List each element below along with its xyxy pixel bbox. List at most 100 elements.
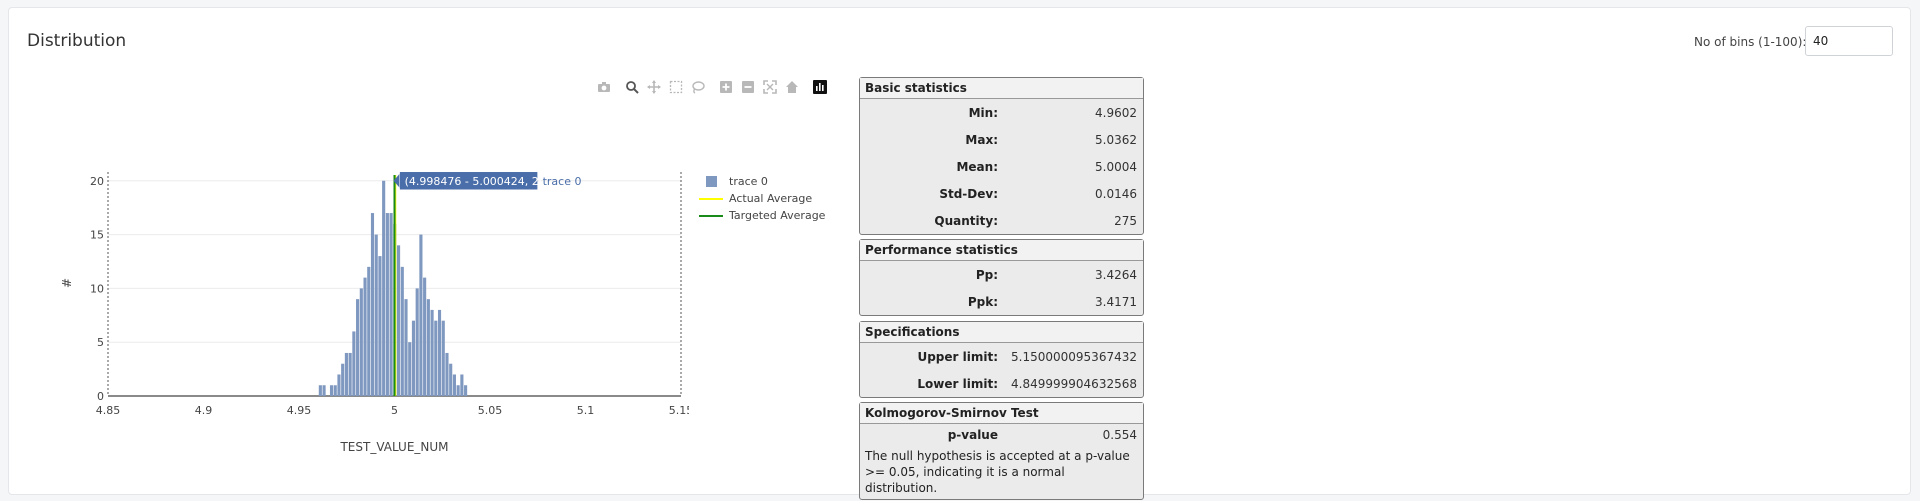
histogram-bar [367, 266, 371, 396]
x-tick-label: 4.85 [96, 404, 121, 417]
distribution-card: Distribution No of bins (1-100): 0 5 10 15 2… [8, 7, 1911, 500]
histogram-bar [464, 385, 468, 396]
histogram-bar [456, 385, 460, 396]
x-tick-label: 5.15 [669, 404, 689, 417]
zoom-in-icon[interactable] [719, 80, 733, 94]
legend-label: trace 0 [729, 175, 768, 188]
panel-title: Kolmogorov-Smirnov Test [860, 403, 1143, 424]
stat-label: Min: [968, 105, 998, 120]
stat-label: Ppk: [967, 294, 998, 309]
pan-icon[interactable] [647, 80, 661, 94]
x-tick-label: 5 [391, 404, 398, 417]
lasso-icon[interactable] [691, 80, 705, 94]
basic-statistics-panel: Basic statistics Min: 4.9602 Max: 5.0362 M… [859, 77, 1144, 235]
legend-label: Actual Average [729, 192, 813, 205]
stat-value: 5.0362 [1095, 132, 1137, 147]
panel-title: Basic statistics [860, 78, 1143, 99]
legend-item-trace-0[interactable]: trace 0 [699, 173, 825, 190]
hover-tooltip: (4.998476 - 5.000424, 20)trace 0 [393, 171, 582, 191]
stat-label: Pp: [975, 267, 998, 282]
stat-label: Mean: [956, 159, 998, 174]
stat-value: 3.4171 [1095, 294, 1137, 309]
histogram-bar [415, 288, 419, 396]
autoscale-icon[interactable] [763, 80, 777, 94]
panel-title: Performance statistics [860, 240, 1143, 261]
page-title: Distribution [27, 31, 127, 51]
histogram-bar [356, 299, 360, 396]
histogram-bar [400, 266, 404, 396]
bins-input[interactable] [1805, 26, 1893, 56]
histogram-bar [382, 180, 386, 396]
histogram-bar [333, 385, 337, 396]
histogram-bar [352, 331, 356, 396]
stat-row-ppk: Ppk: 3.4171 [860, 288, 1143, 315]
histogram-bar [449, 363, 453, 396]
stat-value: 0.554 [1102, 428, 1137, 442]
zoom-icon[interactable] [625, 80, 639, 94]
stat-label: Std-Dev: [939, 186, 998, 201]
y-tick-label: 10 [90, 282, 104, 295]
performance-statistics-panel: Performance statistics Pp: 3.4264 Ppk: 3.4… [859, 239, 1144, 316]
histogram-bar [441, 320, 445, 396]
stat-value: 0.0146 [1095, 186, 1137, 201]
histogram-bar [363, 277, 367, 396]
stat-row-min: Min: 4.9602 [860, 99, 1143, 126]
histogram-bar [404, 299, 408, 396]
y-tick-label: 20 [90, 175, 104, 188]
stat-label: Lower limit: [917, 376, 998, 391]
x-tick-label: 4.9 [195, 404, 213, 417]
legend-item-actual-average[interactable]: Actual Average [699, 190, 825, 207]
histogram-bar [408, 342, 412, 396]
histogram-bar [374, 234, 378, 396]
legend-item-targeted-average[interactable]: Targeted Average [699, 207, 825, 224]
histogram-bar [344, 352, 348, 396]
histogram-bar [434, 320, 438, 396]
legend-swatch-actual-average [699, 197, 723, 200]
histogram-bar [411, 320, 416, 396]
histogram-bar [359, 288, 363, 396]
stat-row-std-dev: Std-Dev: 0.0146 [860, 180, 1143, 207]
stat-value: 4.849999904632568 [1011, 376, 1137, 391]
hover-text: (4.998476 - 5.000424, 20) [405, 175, 551, 188]
panel-title: Specifications [860, 322, 1143, 343]
stat-value: 275 [1114, 213, 1137, 228]
stat-value: 3.4264 [1095, 267, 1137, 282]
ks-test-panel: Kolmogorov-Smirnov Test p-value 0.554 The… [859, 402, 1144, 500]
y-axis-title: # [60, 278, 74, 288]
stat-row-upper-limit: Upper limit: 5.150000095367432 [860, 343, 1143, 370]
x-tick-label: 4.95 [287, 404, 312, 417]
chart-legend: trace 0 Actual Average Targeted Average [699, 173, 825, 224]
histogram-bar [426, 299, 430, 396]
camera-icon[interactable] [597, 80, 611, 94]
histogram-bar [423, 277, 427, 396]
histogram-bar [318, 385, 322, 396]
histogram-bar [329, 385, 334, 396]
x-tick-label: 5.1 [577, 404, 595, 417]
stat-row-quantity: Quantity: 275 [860, 207, 1143, 234]
histogram-bar [348, 352, 352, 396]
plot-modebar [597, 78, 835, 96]
plotly-logo-icon[interactable] [813, 80, 827, 94]
stat-row-pp: Pp: 3.4264 [860, 261, 1143, 288]
box-select-icon[interactable] [669, 80, 683, 94]
histogram-bar [337, 374, 341, 396]
x-axis-title: TEST_VALUE_NUM [339, 440, 448, 454]
legend-swatch-trace-0 [706, 175, 717, 187]
histogram-bar [452, 374, 456, 396]
y-tick-label: 5 [97, 336, 104, 349]
histogram-bar [378, 256, 382, 396]
histogram-bar [419, 234, 423, 396]
x-tick-label: 5.05 [478, 404, 503, 417]
bins-label: No of bins (1-100): [1694, 35, 1807, 49]
stat-row-p-value: p-value 0.554 [860, 424, 1143, 446]
zoom-out-icon[interactable] [741, 80, 755, 94]
stat-label: Max: [965, 132, 998, 147]
y-tick-label: 15 [90, 229, 104, 242]
hover-trace-label: trace 0 [543, 175, 582, 188]
histogram-bar [385, 213, 389, 396]
histogram-bar [322, 385, 326, 396]
reset-axes-icon[interactable] [785, 80, 799, 94]
stat-value: 4.9602 [1095, 105, 1137, 120]
histogram-bar [396, 245, 401, 396]
y-tick-label: 0 [97, 390, 104, 403]
